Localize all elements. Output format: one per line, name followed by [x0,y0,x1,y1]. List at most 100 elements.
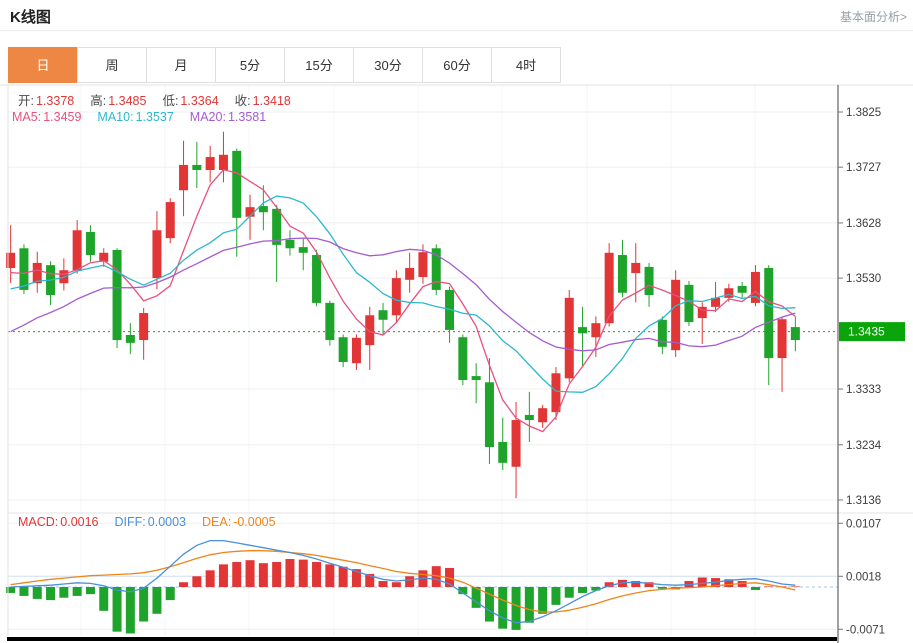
macd-bar [338,566,348,587]
candle [498,441,508,463]
macd-bar [378,581,388,587]
candle [524,414,534,421]
candle [351,337,361,364]
candle [551,373,561,413]
macd-bar [179,582,189,587]
current-price-tag-label: 1.3435 [848,325,885,339]
macd-bar [312,561,322,587]
candle [85,231,95,256]
candle [564,297,574,379]
candle [112,249,122,341]
macd-bar [165,587,175,601]
candle [724,288,734,298]
candle [218,154,228,170]
candle [285,239,295,249]
candle [205,157,215,170]
macd-axis-label: 0.0107 [846,518,881,530]
macd-bar [272,561,282,587]
macd-bar [46,587,56,601]
candle [152,230,162,279]
macd-bar [32,587,42,599]
macd-bar [125,587,135,634]
candle [258,206,268,213]
y-axis-label: 1.3825 [846,107,881,119]
candle [272,208,282,245]
candle [165,202,175,239]
y-axis-label: 1.3136 [846,495,881,507]
y-axis-label: 1.3530 [846,273,881,285]
candle [19,248,29,290]
candle [418,252,428,277]
candle [511,420,521,467]
y-axis-label: 1.3333 [846,384,881,396]
macd-bar [750,587,760,590]
macd-bar [511,587,521,630]
candle [538,408,548,423]
candle [471,376,481,381]
candle [790,327,800,341]
candle [631,262,641,274]
candle [671,279,681,351]
y-axis-label: 1.3727 [846,162,881,174]
candle [72,230,82,271]
macd-bar [152,587,162,614]
candle [338,337,348,363]
macd-bar [551,587,561,605]
macd-bar [19,587,29,596]
macd-bar [524,587,534,623]
macd-bar [85,587,95,595]
macd-bar [564,587,574,598]
candle [378,310,388,320]
candle [777,319,787,359]
candle [764,267,774,359]
macd-bar [59,587,69,598]
macd-bar [258,563,268,587]
macd-bar [72,587,82,596]
candle [298,247,308,253]
candle [458,337,468,381]
candle [405,267,415,280]
macd-bar [218,564,228,587]
candle [325,302,335,341]
candle [365,315,375,346]
macd-bar [538,587,548,614]
kline-chart[interactable]: 1.3825 1.3727 1.3628 1.3530 1.3333 1.3234 1.31… [0,0,913,643]
macd-bar [139,587,149,622]
candle [312,255,322,303]
macd-bar [205,570,215,587]
macd-bar [405,576,415,587]
macd-bar [232,561,242,587]
macd-bar [192,576,202,587]
macd-bar [285,559,295,587]
candle [139,313,149,341]
candle [591,323,601,338]
macd-bar [697,577,707,587]
kline-page: K线图 基本面分析> 日周月 5分 15分 30分 60分 4时 1.3825 1.3727… [0,0,913,643]
macd-axis-label: -0.0071 [846,624,885,636]
macd-axis-label: 0.0018 [846,571,881,583]
candle [617,255,627,293]
candle [484,382,494,448]
scrollbar[interactable] [7,637,837,641]
y-axis-label: 1.3234 [846,440,882,452]
macd-bar [325,564,335,587]
candle [737,285,747,293]
candle [125,334,135,343]
macd-bar [578,587,588,593]
macd-bar [790,586,800,587]
candle [232,150,242,218]
macd-bar [99,587,109,611]
candle [657,319,667,347]
candle [644,266,654,296]
macd-bar [391,582,401,587]
candle [179,164,189,191]
candle [192,164,202,170]
macd-bar [298,559,308,587]
candle [32,262,42,284]
candle [578,327,588,334]
candle [391,278,401,316]
macd-bar [245,560,255,587]
macd-bar [498,587,508,629]
y-axis-label: 1.3628 [846,218,881,230]
macd-bar [764,586,774,587]
